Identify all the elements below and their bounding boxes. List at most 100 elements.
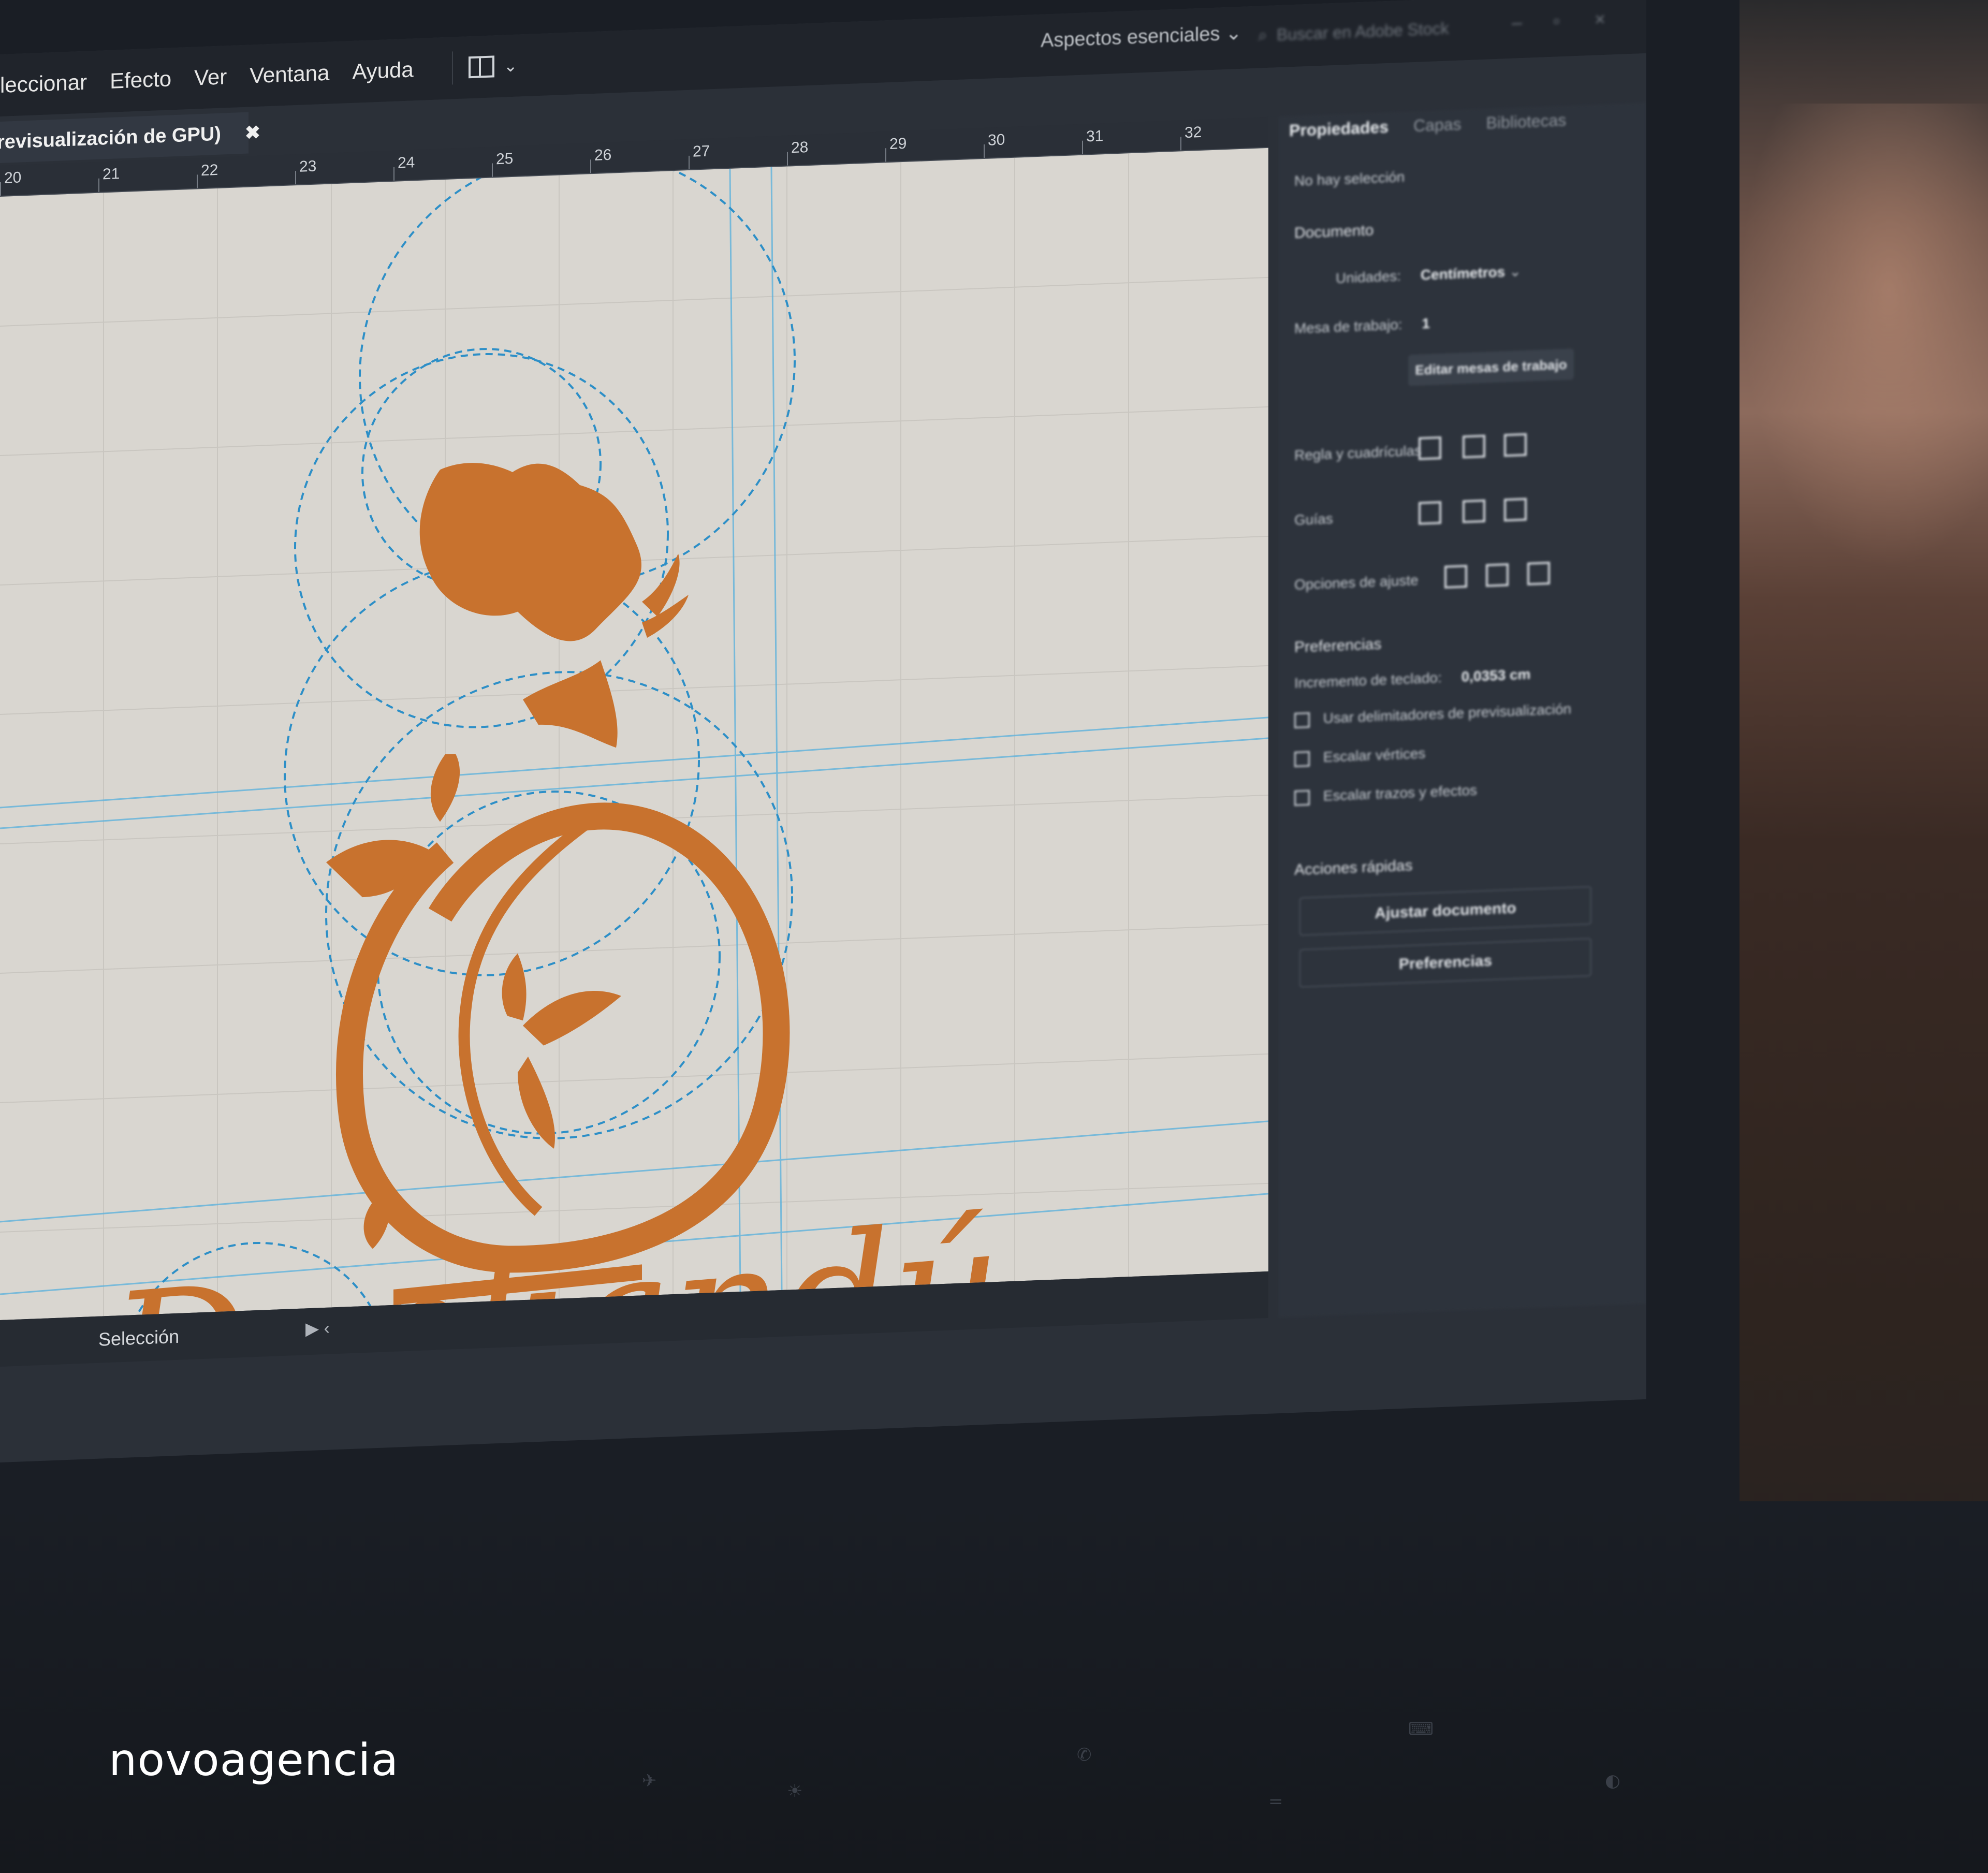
ruler-tick xyxy=(885,148,886,162)
checkbox[interactable] xyxy=(1294,789,1310,806)
laptop-keyboard: ✈ ☀ ✆ = ⌨ ◐ xyxy=(0,1501,1988,1873)
units-dropdown[interactable]: Centímetros xyxy=(1421,264,1505,283)
tab-libraries[interactable]: Bibliotecas xyxy=(1486,111,1567,133)
ruler-number: 27 xyxy=(693,142,710,160)
artboard-label: Mesa de trabajo: xyxy=(1294,316,1402,336)
search-icon: ⌕ xyxy=(1258,25,1267,45)
menu-ver[interactable]: Ver xyxy=(194,64,227,90)
preferences-heading: Preferencias xyxy=(1294,635,1382,656)
ruler-number: 24 xyxy=(398,154,415,172)
ruler-tick xyxy=(393,167,394,181)
search-placeholder: Buscar en Adobe Stock xyxy=(1276,18,1449,44)
units-label: Unidades: xyxy=(1336,268,1401,286)
ruler-number: 25 xyxy=(496,150,514,168)
no-selection-label: No hay selección xyxy=(1294,168,1405,189)
play-icon[interactable]: ▶ ‹ xyxy=(305,1318,330,1340)
snap-grid-icon[interactable] xyxy=(1486,563,1509,587)
units-row[interactable]: Unidades: Centímetros ⌄ xyxy=(1336,262,1522,287)
preferences-button[interactable]: Preferencias xyxy=(1299,938,1591,988)
snap-options-label: Opciones de ajuste xyxy=(1294,572,1419,593)
chevron-down-icon: ⌄ xyxy=(1509,263,1522,280)
document-tab-label: revisualización de GPU) xyxy=(0,123,221,153)
guides xyxy=(0,167,1268,1295)
menu-seleccionar[interactable]: leccionar xyxy=(0,70,87,98)
ruler-tick xyxy=(689,155,690,169)
ruler-tick xyxy=(0,182,1,196)
arrange-documents-button[interactable]: ⌄ xyxy=(451,49,518,85)
guides-label: Guías xyxy=(1294,510,1333,528)
artboard-row[interactable]: Mesa de trabajo: 1 xyxy=(1294,315,1430,337)
rulers-grids-label: Regla y cuadrículas xyxy=(1294,442,1422,463)
ruler-tick xyxy=(492,163,493,177)
menu-ventana[interactable]: Ventana xyxy=(250,61,329,89)
keyboard-increment-label: Incremento de teclado: xyxy=(1294,669,1442,691)
document-tab[interactable]: revisualización de GPU) ✖ xyxy=(0,112,260,163)
ruler-number: 26 xyxy=(594,146,612,164)
watermark-text: novoagencia xyxy=(109,1734,399,1786)
ruler-number: 23 xyxy=(299,157,317,175)
lock-guides-icon[interactable] xyxy=(1463,499,1485,523)
checkbox-row[interactable]: Usar delimitadores de previsualización xyxy=(1294,700,1571,728)
document-heading: Documento xyxy=(1294,222,1374,242)
ruler-number: 29 xyxy=(889,135,907,153)
pomegranate-ring xyxy=(335,802,790,1273)
ruler-number: 30 xyxy=(988,131,1005,149)
ruler-tick xyxy=(984,144,985,158)
ruler-tick xyxy=(295,171,296,185)
properties-panel: Propiedades Capas Bibliotecas No hay sel… xyxy=(1279,102,1646,1318)
chevron-down-icon: ⌄ xyxy=(1225,22,1242,45)
checkbox-label: Usar delimitadores de previsualización xyxy=(1323,700,1572,726)
artboard-dropdown[interactable]: 1 xyxy=(1422,315,1430,332)
ruler-tick xyxy=(1180,137,1181,151)
artboard[interactable]: Dunkandú xyxy=(0,148,1268,1321)
checkbox-label: Escalar vértices xyxy=(1323,745,1426,765)
smart-guides-icon[interactable] xyxy=(1504,497,1527,522)
ruler-number: 31 xyxy=(1086,127,1104,145)
checkbox-row[interactable]: Escalar trazos y efectos xyxy=(1294,782,1477,806)
snap-point-icon[interactable] xyxy=(1444,565,1467,589)
minimize-icon[interactable]: – xyxy=(1512,11,1522,34)
quick-actions-heading: Acciones rápidas xyxy=(1294,857,1413,879)
ruler-tick xyxy=(197,174,198,188)
menu-ayuda[interactable]: Ayuda xyxy=(352,57,413,84)
construction-circles xyxy=(118,150,796,1321)
tab-layers[interactable]: Capas xyxy=(1413,115,1461,136)
photo-scene: ✈ ☀ ✆ = ⌨ ◐ leccionar Efecto Ver Ventana… xyxy=(0,0,1988,1873)
ruler-number: 22 xyxy=(201,161,218,180)
snap-pixel-icon[interactable] xyxy=(1527,561,1550,586)
ruler-tick xyxy=(590,159,591,173)
keyboard-increment-row[interactable]: Incremento de teclado: 0,0353 cm xyxy=(1294,666,1531,692)
ruler-number: 21 xyxy=(103,165,120,183)
checkbox-row[interactable]: Escalar vértices xyxy=(1294,745,1425,767)
ruler-icon[interactable] xyxy=(1419,436,1441,460)
tab-properties[interactable]: Propiedades xyxy=(1289,118,1388,140)
grid-icon[interactable] xyxy=(1463,434,1485,459)
ruler-number: 20 xyxy=(4,169,22,187)
maximize-icon[interactable]: ▫ xyxy=(1553,10,1560,32)
ruler-tick xyxy=(787,152,788,166)
checkbox[interactable] xyxy=(1294,751,1310,767)
panel-tabs: Propiedades Capas Bibliotecas xyxy=(1289,110,1591,140)
keyboard-increment-input[interactable]: 0,0353 cm xyxy=(1461,666,1531,684)
checkbox[interactable] xyxy=(1294,712,1310,728)
edit-artboards-button[interactable]: Editar mesas de trabajo xyxy=(1408,348,1574,386)
close-icon[interactable]: × xyxy=(1595,8,1605,31)
menu-efecto[interactable]: Efecto xyxy=(110,66,171,94)
ruler-number: 28 xyxy=(791,139,809,157)
laptop-screen: leccionar Efecto Ver Ventana Ayuda ⌄ Asp… xyxy=(0,0,1646,1463)
logo-artwork: Dunkandú xyxy=(0,150,1268,1321)
fit-document-button[interactable]: Ajustar documento xyxy=(1299,886,1591,936)
checkbox-label: Escalar trazos y efectos xyxy=(1323,782,1478,804)
pixel-grid-icon[interactable] xyxy=(1504,433,1527,457)
chevron-down-icon: ⌄ xyxy=(503,56,518,76)
ruler-number: 32 xyxy=(1185,123,1202,142)
stock-search-input[interactable]: ⌕ Buscar en Adobe Stock xyxy=(1258,9,1475,54)
grid xyxy=(0,153,1268,1316)
background-glow xyxy=(1740,104,1988,569)
ruler-tick xyxy=(98,178,99,192)
layout-icon xyxy=(468,55,494,79)
ruler-tick xyxy=(1082,140,1083,154)
workspace-switcher[interactable]: Aspectos esenciales ⌄ xyxy=(1041,21,1242,52)
close-icon[interactable]: ✖ xyxy=(245,122,260,144)
show-guides-icon[interactable] xyxy=(1419,501,1441,525)
